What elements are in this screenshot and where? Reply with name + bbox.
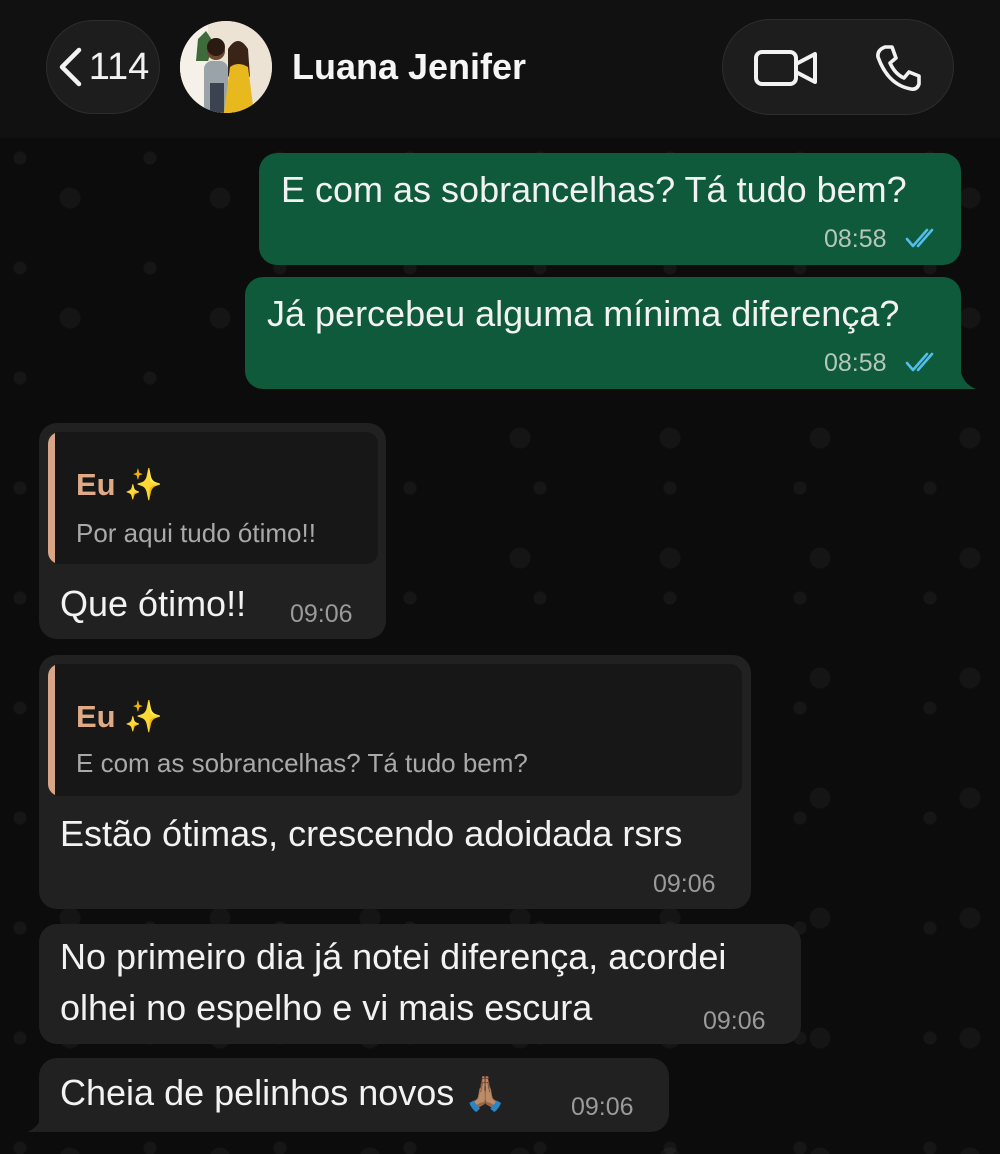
- quote-author: Eu ✨: [76, 699, 163, 734]
- message-text: Que ótimo!!: [60, 583, 247, 624]
- message-time: 08:58: [824, 349, 887, 377]
- folded-hands-emoji: 🙏🏽: [464, 1075, 507, 1113]
- message-time: 09:06: [290, 600, 353, 628]
- quote-text: E com as sobrancelhas? Tá tudo bem?: [76, 748, 528, 778]
- chevron-left-icon: [59, 47, 81, 87]
- message-time: 08:58: [824, 225, 887, 253]
- incoming-message[interactable]: Eu ✨ E com as sobrancelhas? Tá tudo bem?…: [39, 655, 751, 909]
- sparkles-emoji: ✨: [124, 467, 163, 502]
- outgoing-message[interactable]: E com as sobrancelhas? Tá tudo bem? 08:5…: [259, 153, 961, 265]
- double-check-icon: [905, 228, 934, 248]
- double-check-icon: [905, 352, 934, 372]
- quote-bar: [48, 432, 55, 564]
- incoming-message[interactable]: Cheia de pelinhos novos 🙏🏽 09:06: [39, 1058, 669, 1132]
- sparkles-emoji: ✨: [124, 699, 163, 734]
- video-camera-icon[interactable]: [753, 48, 819, 88]
- phone-icon[interactable]: [873, 43, 923, 93]
- message-text: Cheia de pelinhos novos 🙏🏽: [60, 1072, 507, 1113]
- message-text-line: olhei no espelho e vi mais escura: [60, 987, 593, 1028]
- contact-name[interactable]: Luana Jenifer: [292, 46, 526, 88]
- quote-bar: [48, 664, 55, 796]
- back-button[interactable]: 114: [46, 20, 160, 114]
- bubble-tail: [950, 363, 976, 389]
- avatar-photo: [180, 21, 272, 113]
- message-text: Estão ótimas, crescendo adoidada rsrs: [60, 813, 683, 854]
- incoming-message[interactable]: Eu ✨ Por aqui tudo ótimo!! Que ótimo!! 0…: [39, 423, 386, 639]
- quoted-message[interactable]: Eu ✨ E com as sobrancelhas? Tá tudo bem?: [48, 664, 742, 796]
- message-text-line: No primeiro dia já notei diferença, acor…: [60, 936, 727, 977]
- bubble-tail: [27, 1106, 53, 1132]
- incoming-message[interactable]: No primeiro dia já notei diferença, acor…: [39, 924, 801, 1044]
- message-text: Já percebeu alguma mínima diferença?: [267, 293, 900, 334]
- contact-avatar[interactable]: [180, 21, 272, 113]
- message-time: 09:06: [571, 1093, 634, 1121]
- chat-header: 114 Luana Jenifer: [0, 0, 1000, 138]
- call-actions: [722, 19, 954, 115]
- outgoing-message[interactable]: Já percebeu alguma mínima diferença? 08:…: [245, 277, 961, 389]
- quoted-message[interactable]: Eu ✨ Por aqui tudo ótimo!!: [48, 432, 378, 564]
- unread-count: 114: [88, 45, 150, 88]
- quote-author: Eu ✨: [76, 467, 163, 502]
- message-time: 09:06: [653, 870, 716, 898]
- message-text: E com as sobrancelhas? Tá tudo bem?: [281, 169, 907, 210]
- message-time: 09:06: [703, 1007, 766, 1035]
- quote-text: Por aqui tudo ótimo!!: [76, 518, 316, 548]
